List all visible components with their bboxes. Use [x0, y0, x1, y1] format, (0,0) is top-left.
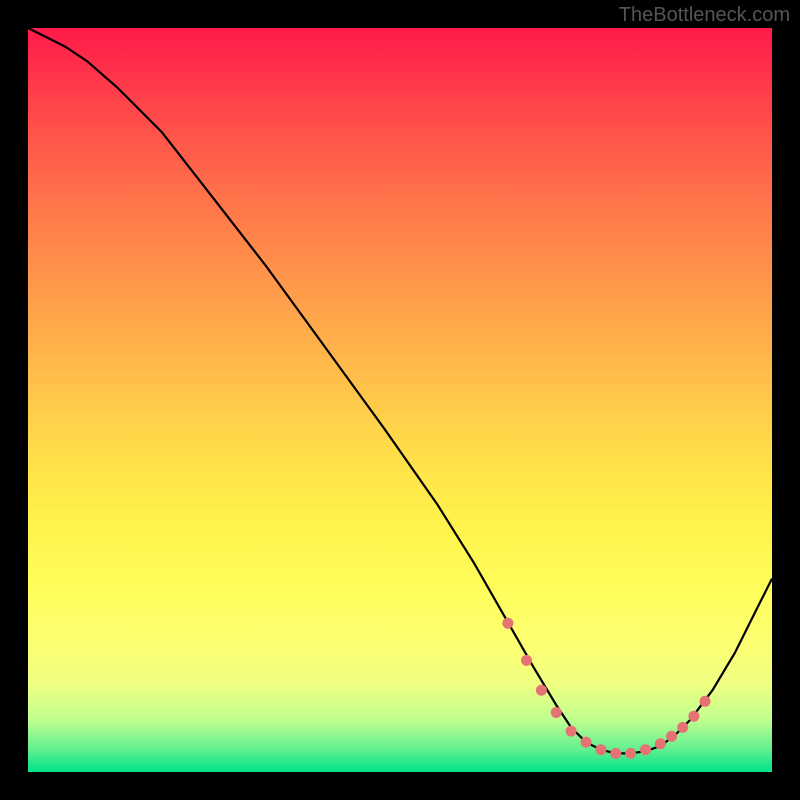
marker-dot [625, 748, 636, 759]
marker-dot [536, 685, 547, 696]
watermark-text: TheBottleneck.com [619, 4, 790, 27]
marker-dot [551, 707, 562, 718]
marker-dot [677, 722, 688, 733]
marker-dot [688, 711, 699, 722]
marker-dot [700, 696, 711, 707]
marker-dot [610, 748, 621, 759]
marker-dot [640, 744, 651, 755]
chart-plot-area [28, 28, 772, 772]
chart-svg [28, 28, 772, 772]
marker-dot [502, 618, 513, 629]
marker-dots [502, 618, 710, 759]
marker-dot [595, 744, 606, 755]
marker-dot [655, 738, 666, 749]
marker-dot [666, 731, 677, 742]
marker-dot [566, 726, 577, 737]
marker-dot [581, 737, 592, 748]
curve-line [28, 28, 772, 753]
marker-dot [521, 655, 532, 666]
